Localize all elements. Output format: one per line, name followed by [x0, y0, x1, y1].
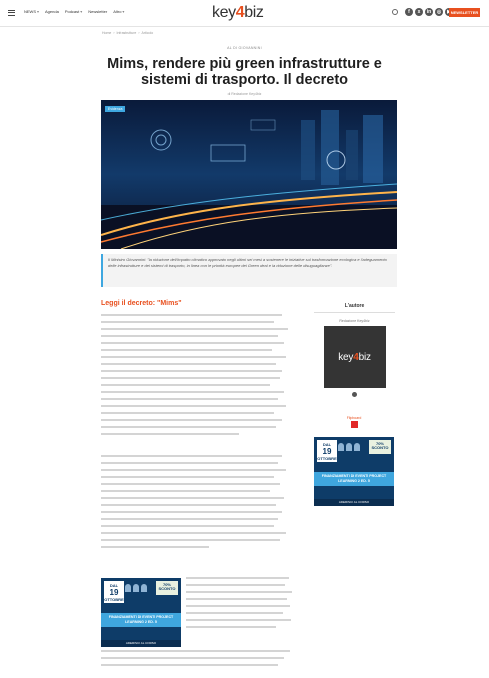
linkedin-icon[interactable]: in — [425, 8, 433, 16]
x-icon[interactable]: x — [415, 8, 423, 16]
divider — [314, 312, 395, 313]
chevron-down-icon: ▾ — [122, 9, 125, 14]
flipboard-label: Flipboard — [346, 416, 362, 420]
instagram-icon[interactable]: ◎ — [435, 8, 443, 16]
ad-banner[interactable]: DAL 19 OTTOBRE 70% SCONTO FINANZIAMENTI DI… — [101, 578, 181, 647]
menu-icon[interactable] — [8, 10, 15, 16]
banner-people-illustration — [338, 443, 360, 451]
article-body — [101, 314, 298, 440]
hero-illustration — [101, 100, 397, 249]
page-title: Mims, rendere più green infrastrutture e… — [107, 56, 382, 88]
author-avatar[interactable]: key 4 biz — [323, 326, 386, 388]
article-summary: Il Ministro Giovannini: "la riduzione de… — [101, 254, 397, 287]
banner-badge: 70% SCONTO — [156, 581, 178, 595]
article-quote — [101, 455, 298, 553]
sidebar-ad-banner[interactable]: DAL 19 OTTOBRE 70% SCONTO FINANZIAMENTI DI… — [314, 437, 394, 506]
nav-item-label: NEWS — [24, 9, 36, 14]
top-navigation-bar: NEWS ▾ Agenda Podcast ▾ Newsletter Altro ▾ … — [0, 0, 489, 27]
facebook-icon[interactable]: f — [405, 8, 413, 16]
nav-item[interactable]: Newsletter — [88, 9, 107, 14]
nav-item[interactable]: Podcast ▾ — [65, 9, 82, 14]
breadcrumb-item[interactable]: Infrastrutture — [117, 31, 137, 35]
logo-text: key — [212, 4, 236, 21]
nav-item-label: Altro — [113, 9, 122, 14]
logo-mark: 4 — [235, 4, 245, 21]
breadcrumb-item[interactable]: Home — [102, 31, 111, 35]
newsletter-button[interactable]: NEWSLETTER — [449, 8, 480, 17]
banner-date: DAL 19 OTTOBRE — [104, 581, 124, 603]
section-heading[interactable]: Leggi il decreto: "Mims" — [101, 300, 182, 307]
site-logo[interactable]: key4biz — [212, 4, 264, 21]
banner-date: DAL 19 OTTOBRE — [317, 440, 337, 462]
article-body-wrap — [186, 577, 298, 633]
banner-footer: ADERISCI AL CORSO — [101, 640, 181, 647]
banner-date-month: OTTOBRE — [317, 456, 337, 461]
author-sidebar: L'autore Redazione Key4biz key 4 biz — [314, 303, 395, 397]
banner-date-day: 19 — [109, 588, 119, 597]
author-social-icon[interactable] — [352, 392, 357, 397]
logo-text: key — [338, 351, 354, 363]
hero-tag[interactable]: Evidenza — [105, 106, 126, 112]
banner-band: FINANZIAMENTI DI EVENTI PROJECT LEARNING… — [314, 472, 394, 486]
nav-item-label: Podcast — [64, 9, 80, 14]
chevron-down-icon: ▾ — [37, 9, 40, 14]
author-name[interactable]: Redazione Key4biz — [314, 319, 395, 323]
logo-text: biz — [244, 4, 264, 21]
breadcrumb: Home › Infrastrutture › Articolo — [102, 31, 154, 35]
flipboard-icon — [350, 421, 358, 428]
nav-item-label: Agenda — [45, 9, 59, 14]
banner-badge: 70% SCONTO — [369, 440, 391, 454]
banner-date-month: OTTOBRE — [104, 597, 124, 602]
banner-footer: ADERISCI AL CORSO — [314, 499, 394, 506]
nav-item[interactable]: NEWS ▾ — [24, 9, 39, 14]
article-category[interactable]: AL DI GIOVANNINI — [0, 46, 489, 50]
search-icon[interactable] — [392, 9, 398, 15]
nav-item[interactable]: Agenda — [45, 9, 59, 14]
author-heading: L'autore — [344, 303, 365, 309]
nav-item-label: Newsletter — [88, 9, 108, 14]
breadcrumb-item: Articolo — [141, 31, 154, 35]
banner-people-illustration — [125, 584, 147, 592]
banner-band: FINANZIAMENTI DI EVENTI PROJECT LEARNING… — [101, 613, 181, 627]
flipboard-link[interactable]: Flipboard — [343, 416, 365, 428]
main-nav: NEWS ▾ Agenda Podcast ▾ Newsletter Altro ▾ — [24, 9, 124, 14]
social-links: f x in ◎ ▶ — [405, 8, 453, 16]
article-body-tail — [101, 650, 298, 671]
article-byline[interactable]: di Redazione Key4biz — [0, 92, 489, 96]
logo-text: biz — [358, 351, 371, 363]
hero-image: Evidenza — [101, 100, 397, 249]
chevron-down-icon: ▾ — [80, 9, 83, 14]
banner-date-day: 19 — [322, 447, 332, 456]
nav-item[interactable]: Altro ▾ — [113, 9, 124, 14]
